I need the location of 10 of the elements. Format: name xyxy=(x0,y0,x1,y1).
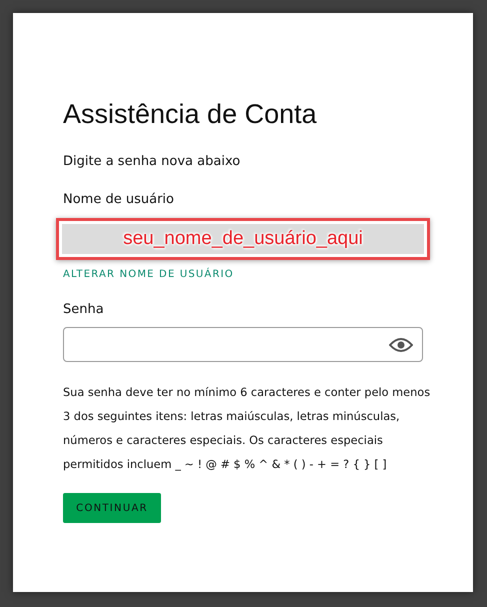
page-title: Assistência de Conta xyxy=(63,98,318,131)
subtitle: Digite a senha nova abaixo xyxy=(63,154,242,169)
field-label: Nome de usuário xyxy=(63,192,175,207)
field-label: Senha xyxy=(63,302,105,317)
continue-button[interactable]: CONTINUAR xyxy=(63,493,161,523)
change-username-link[interactable]: ALTERAR NOME DE USUÁRIO xyxy=(63,269,234,280)
password-rules-text: Sua senha deve ter no mínimo 6 caracteres e conter pelo menos 3 dos seguintes itens: letras maiúsculas, letras minúsculas, números e caracteres especiais. Os caracteres especiais permitidos incluem _ ~ ! @ # $ % ^ & * ( ) - + = ? { } [ ] xyxy=(63,385,432,473)
password-field[interactable] xyxy=(63,327,423,362)
username-value: seu_nome_de_usuário_aqui xyxy=(62,224,424,254)
eye-icon[interactable] xyxy=(389,336,413,352)
